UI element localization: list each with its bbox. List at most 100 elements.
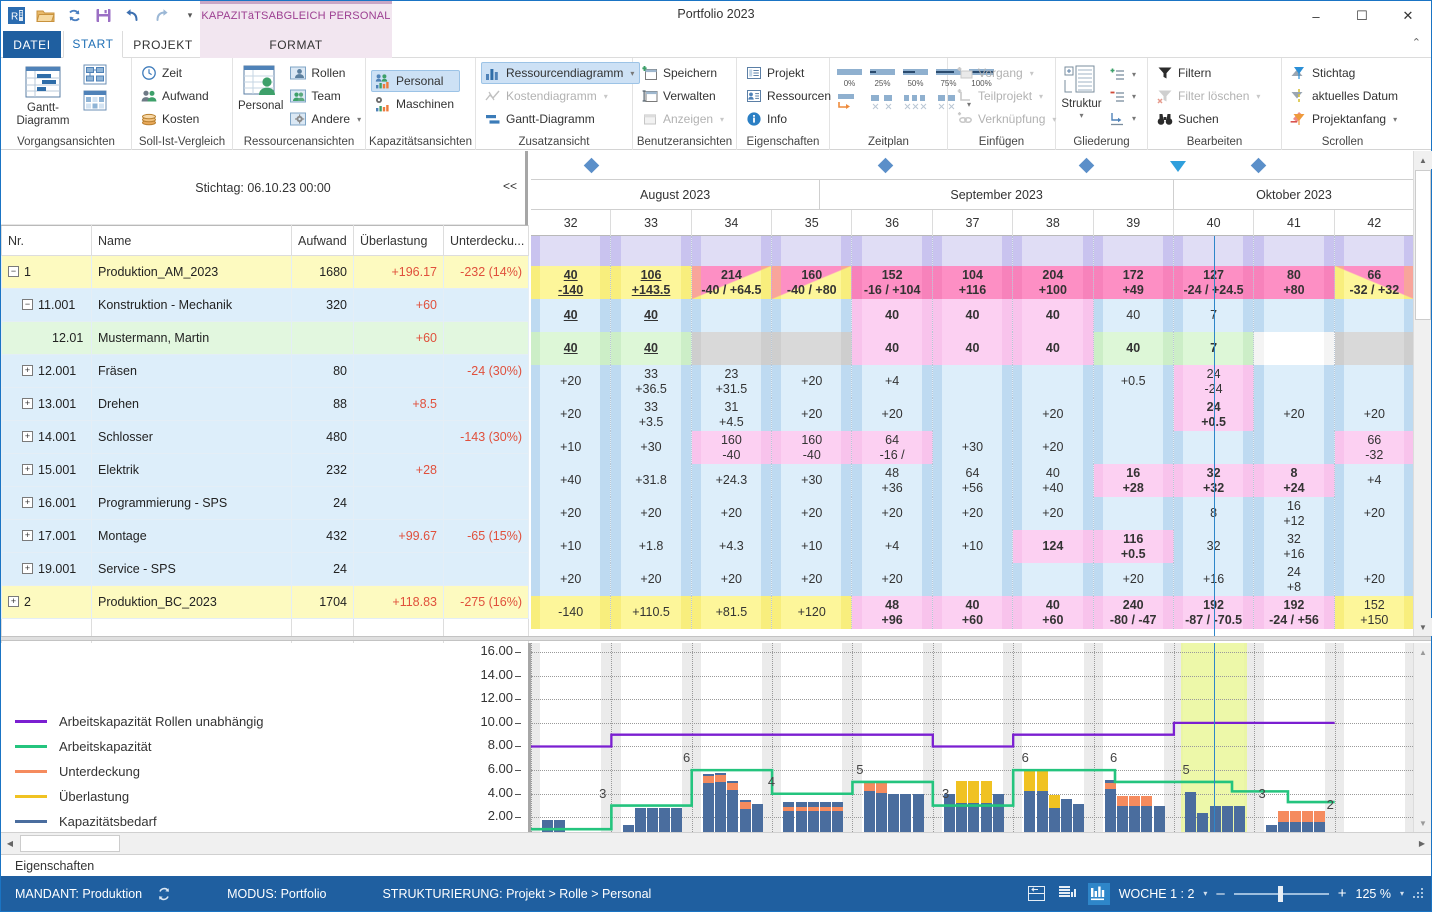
timeline-cell[interactable]: 48 +36 — [852, 464, 933, 497]
timeline-cell[interactable] — [932, 398, 1014, 431]
timeline-cell[interactable]: 80 +80 — [1254, 266, 1335, 299]
timeline-cell[interactable] — [1013, 236, 1094, 266]
table-row[interactable]: +12.001 Fräsen 80 -24 (30%) — [1, 354, 529, 388]
zoom-slider-knob[interactable] — [1277, 885, 1283, 902]
tab-datei[interactable]: DATEI — [3, 31, 61, 58]
timeline-cell[interactable]: +4.3 — [691, 530, 773, 563]
timeline-cell[interactable] — [932, 365, 1014, 398]
expand-row-icon[interactable]: + — [22, 497, 33, 509]
timeline-cell[interactable]: 124 — [1013, 530, 1094, 563]
rollen-button[interactable]: Rollen — [286, 62, 367, 84]
timeline-cell[interactable]: +20 — [691, 497, 773, 530]
timeline-cell[interactable] — [852, 236, 933, 266]
ressourcen-props-button[interactable]: Ressourcen — [742, 85, 837, 107]
timeline-cell[interactable]: +81.5 — [691, 596, 773, 629]
timeline-cell[interactable] — [531, 236, 612, 266]
column-header-aufwand[interactable]: Aufwand — [291, 225, 354, 256]
timeline-cell[interactable]: +1.8 — [611, 530, 692, 563]
close-button[interactable]: ✕ — [1385, 1, 1431, 31]
timeline-cell[interactable] — [691, 299, 773, 332]
calendar-view-icon[interactable] — [83, 90, 107, 114]
timeline-cell[interactable]: +40 — [531, 464, 612, 497]
progress-50-button[interactable]: 50% — [901, 66, 930, 88]
kapazitaet-maschinen-button[interactable]: Maschinen — [371, 93, 460, 115]
timeline-cell[interactable]: +20 — [772, 365, 853, 398]
timeline-cell[interactable] — [1093, 236, 1174, 266]
column-header-name[interactable]: Name — [91, 225, 292, 256]
timeline-cell[interactable]: 31 +4.5 — [691, 398, 773, 431]
timeline-cell[interactable] — [1254, 332, 1335, 365]
tab-start[interactable]: START — [63, 31, 123, 58]
collapse-outline-button[interactable]: ▾ — [1105, 86, 1142, 107]
timeline-cell[interactable]: +30 — [932, 431, 1014, 464]
timeline-cell[interactable]: +20 — [611, 563, 692, 596]
timeline-cell[interactable]: 32 +16 — [1254, 530, 1335, 563]
timeline-cell[interactable]: 33 +3.5 — [611, 398, 692, 431]
chart-vertical-scrollbar[interactable]: ▲ ▼ — [1413, 643, 1431, 832]
expand-row-icon[interactable]: + — [22, 563, 33, 575]
timeline-cell[interactable]: +20 — [531, 563, 612, 596]
timeline-cell[interactable] — [932, 563, 1014, 596]
timeline-cell[interactable]: 40 — [531, 332, 612, 365]
tab-format[interactable]: FORMAT — [200, 31, 392, 58]
timeline-cell[interactable]: 64 +56 — [932, 464, 1014, 497]
andere-caret-icon[interactable]: ▾ — [357, 115, 361, 124]
expand-outline-button[interactable]: ▾ — [1105, 64, 1142, 85]
properties-strip[interactable]: Eigenschaften — [1, 854, 1431, 876]
goto-outline-button[interactable]: ▾ — [1105, 108, 1142, 129]
goto-outline-caret-icon[interactable]: ▾ — [1132, 114, 1136, 123]
aufwand-button[interactable]: Aufwand — [137, 85, 215, 107]
timeline-cell[interactable]: 40 -140 — [531, 266, 612, 299]
kosten-button[interactable]: Kosten — [137, 108, 215, 130]
split-tasks-icon[interactable] — [868, 93, 897, 110]
andere-button[interactable]: Andere ▾ — [286, 108, 367, 130]
progress-25-button[interactable]: 25% — [868, 66, 897, 88]
timeline-cell[interactable]: +20 — [691, 563, 773, 596]
timeline-cell[interactable] — [772, 236, 853, 266]
suchen-button[interactable]: Suchen — [1153, 108, 1266, 130]
timeline-cell[interactable]: 66 -32 / +32 — [1334, 266, 1413, 299]
timeline-cell[interactable] — [1093, 497, 1174, 530]
timeline-cell[interactable]: 214 -40 / +64.5 — [691, 266, 773, 299]
timeline-cell[interactable] — [1093, 398, 1174, 431]
kapazitaet-personal-button[interactable]: Personal — [371, 70, 461, 92]
projektanfang-button[interactable]: Projektanfang ▾ — [1287, 108, 1404, 130]
timeline-cell[interactable] — [772, 332, 853, 365]
timeline-cell[interactable]: +31.8 — [611, 464, 692, 497]
timeline-cell[interactable]: 64 -16 / — [852, 431, 933, 464]
timeline-cell[interactable]: +20 — [852, 398, 933, 431]
timeline-grid[interactable]: 40 -140 106 +143.5 214 -40 / +64.5 160 -40 / +8… — [531, 236, 1413, 636]
personal-big-button[interactable]: Personal — [238, 62, 283, 113]
scroll-thumb[interactable] — [1415, 170, 1431, 320]
timeline-cell[interactable] — [1254, 299, 1335, 332]
timeline-cell[interactable] — [1093, 431, 1174, 464]
timeline-cell[interactable]: +20 — [531, 398, 612, 431]
timeline-cell[interactable]: +20 — [1013, 398, 1094, 431]
timeline-cell[interactable]: 40 — [852, 299, 933, 332]
timeline-cell[interactable]: 33 +36.5 — [611, 365, 692, 398]
timeline-cell[interactable]: +20 — [772, 398, 853, 431]
timeline-cell[interactable]: 40 — [852, 332, 933, 365]
timeline-cell[interactable]: +20 — [772, 563, 853, 596]
timeline-cell[interactable]: 40 — [611, 299, 692, 332]
timeline-cell[interactable]: 8 +24 — [1254, 464, 1335, 497]
timeline-cell[interactable]: 66 -32 — [1334, 431, 1413, 464]
timeline-cell[interactable]: +20 — [1334, 563, 1413, 596]
timeline-cell[interactable] — [691, 236, 773, 266]
timeline-cell[interactable]: 40 +60 — [1013, 596, 1094, 629]
timeline-cell[interactable]: 106 +143.5 — [611, 266, 692, 299]
expand-row-icon[interactable]: + — [22, 365, 33, 377]
collapse-outline-caret-icon[interactable]: ▾ — [1132, 92, 1136, 101]
projektanfang-caret-icon[interactable]: ▾ — [1393, 115, 1397, 124]
table-row[interactable]: −11.001 Konstruktion - Mechanik 320 +60 — [1, 288, 529, 322]
timeline-cell[interactable]: 40 +60 — [932, 596, 1014, 629]
zoom-out-button[interactable]: – — [1216, 885, 1224, 902]
timeline-cell[interactable]: +4 — [852, 530, 933, 563]
timeline-cell[interactable]: +30 — [611, 431, 692, 464]
timeline-cell[interactable]: 16 +12 — [1254, 497, 1335, 530]
timeline-cell[interactable] — [691, 332, 773, 365]
tab-projekt[interactable]: PROJEKT — [127, 31, 199, 58]
speichern-button[interactable]: Speichern — [638, 62, 730, 84]
timeline-cell[interactable]: 40 — [611, 332, 692, 365]
hscroll-left-arrow[interactable]: ◀ — [1, 833, 19, 854]
